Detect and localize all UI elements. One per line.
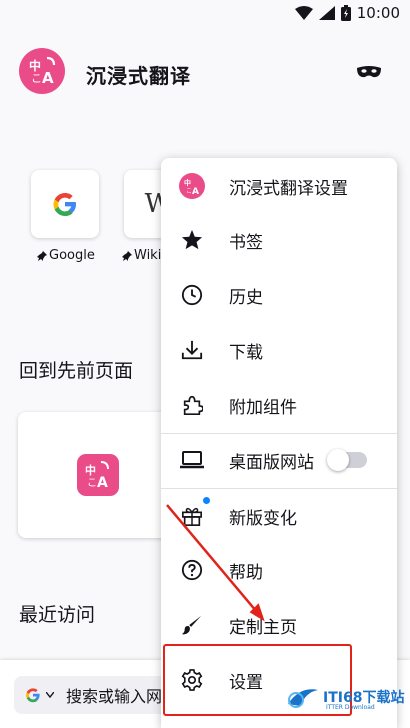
watermark-sub: ITTER Download [326,704,375,711]
watermark: ITI68下载站 ITTER Download [286,684,404,711]
annotation-arrow [166,504,265,622]
watermark-logo-icon [288,689,318,708]
